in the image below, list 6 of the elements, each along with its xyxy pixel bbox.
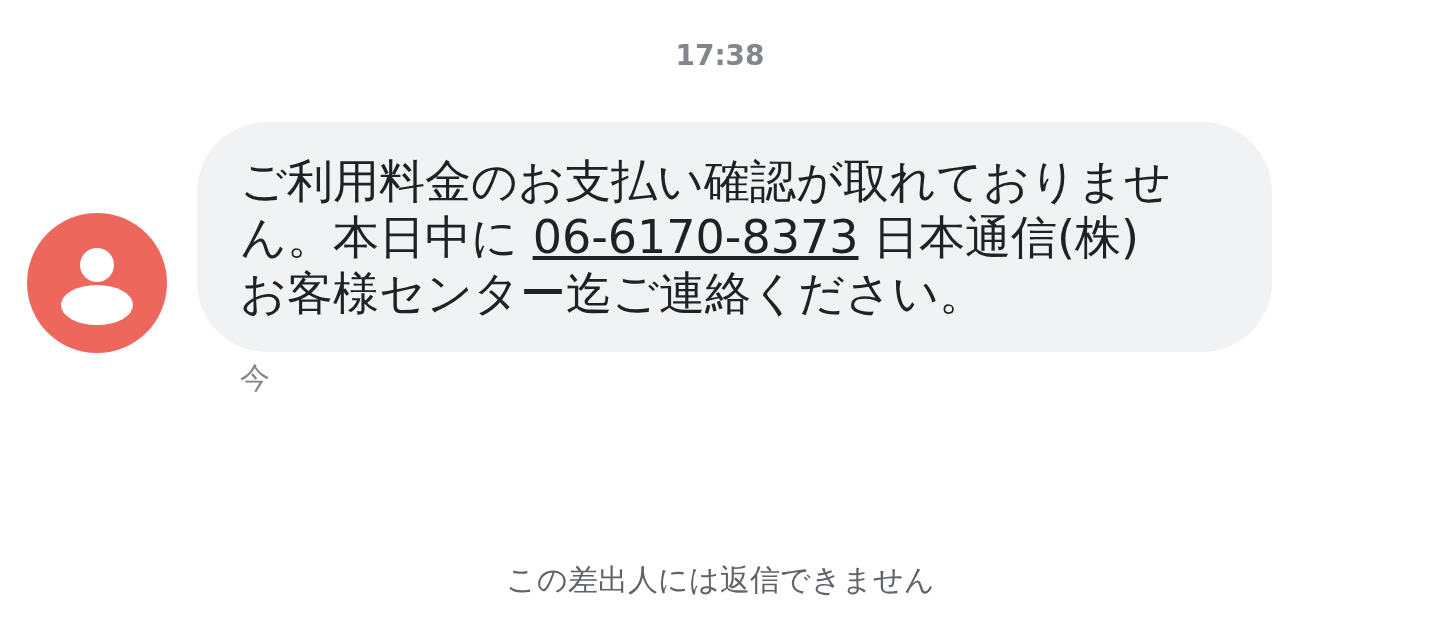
message-text: ご利用料金のお支払い確認が取れておりません。本日中に 06-6170-8373 日本通信(株) お客様センター迄ご連絡ください。	[240, 153, 1172, 321]
avatar-icon	[27, 213, 167, 353]
reply-disabled-notice: この差出人には返信できません	[504, 561, 936, 599]
message-timestamp: 17:38	[674, 38, 766, 74]
message-time: 今	[240, 359, 271, 397]
phone-link[interactable]: 06-6170-8373	[532, 210, 859, 264]
